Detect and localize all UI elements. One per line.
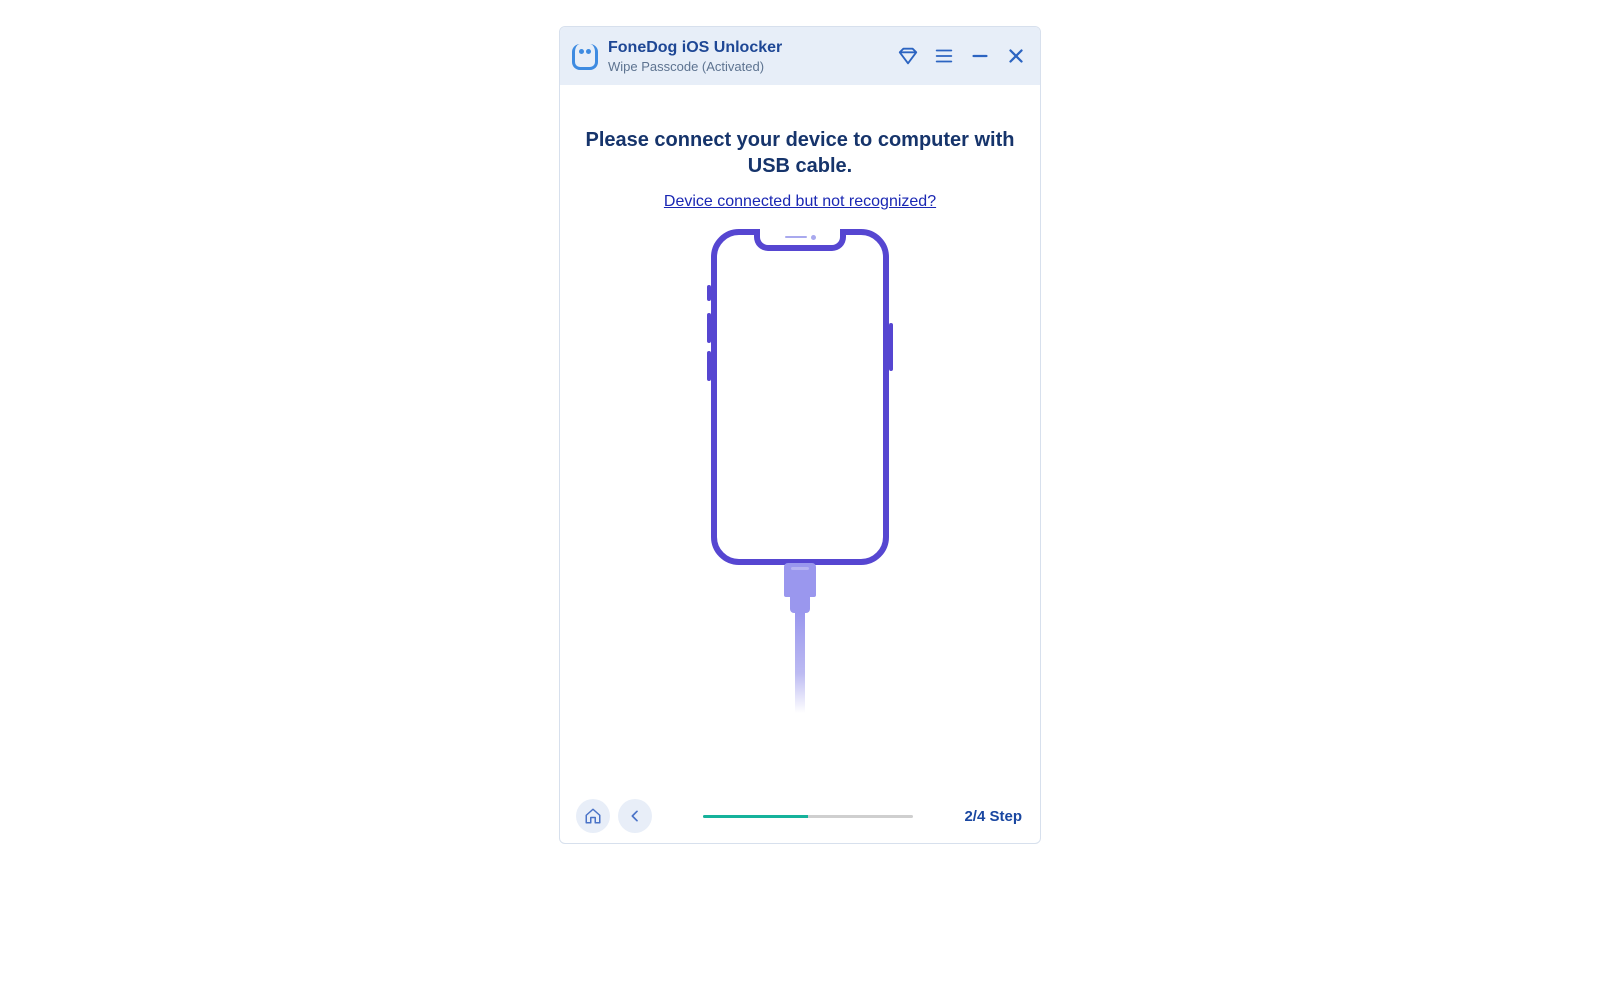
phone-volume-up-icon <box>707 313 711 343</box>
step-label: 2/4 Step <box>964 808 1024 825</box>
phone-notch-icon <box>754 229 846 251</box>
instruction-text: Please connect your device to computer w… <box>580 127 1020 179</box>
phone-outline-icon <box>711 229 889 565</box>
not-recognized-link[interactable]: Device connected but not recognized? <box>664 193 936 211</box>
main-content: Please connect your device to computer w… <box>560 85 1040 789</box>
usb-plug-icon <box>784 563 816 597</box>
progress-container <box>660 815 956 818</box>
home-button[interactable] <box>576 799 610 833</box>
footer: 2/4 Step <box>560 789 1040 843</box>
phone-power-button-icon <box>889 323 893 371</box>
app-subtitle: Wipe Passcode (Activated) <box>608 59 896 74</box>
close-button[interactable] <box>1004 44 1028 68</box>
app-window: FoneDog iOS Unlocker Wipe Passcode (Acti… <box>559 26 1041 844</box>
menu-icon[interactable] <box>932 44 956 68</box>
titlebar-text: FoneDog iOS Unlocker Wipe Passcode (Acti… <box>608 39 896 74</box>
phone-illustration <box>711 229 889 713</box>
app-logo-icon <box>572 44 598 70</box>
diamond-icon[interactable] <box>896 44 920 68</box>
progress-bar <box>703 815 913 818</box>
minimize-button[interactable] <box>968 44 992 68</box>
phone-mute-switch-icon <box>707 285 711 301</box>
usb-neck-icon <box>790 597 810 613</box>
back-button[interactable] <box>618 799 652 833</box>
app-title: FoneDog iOS Unlocker <box>608 39 896 57</box>
progress-fill <box>703 815 808 818</box>
titlebar: FoneDog iOS Unlocker Wipe Passcode (Acti… <box>560 27 1040 85</box>
phone-volume-down-icon <box>707 351 711 381</box>
window-controls <box>896 44 1028 68</box>
usb-cable-icon <box>795 613 805 713</box>
